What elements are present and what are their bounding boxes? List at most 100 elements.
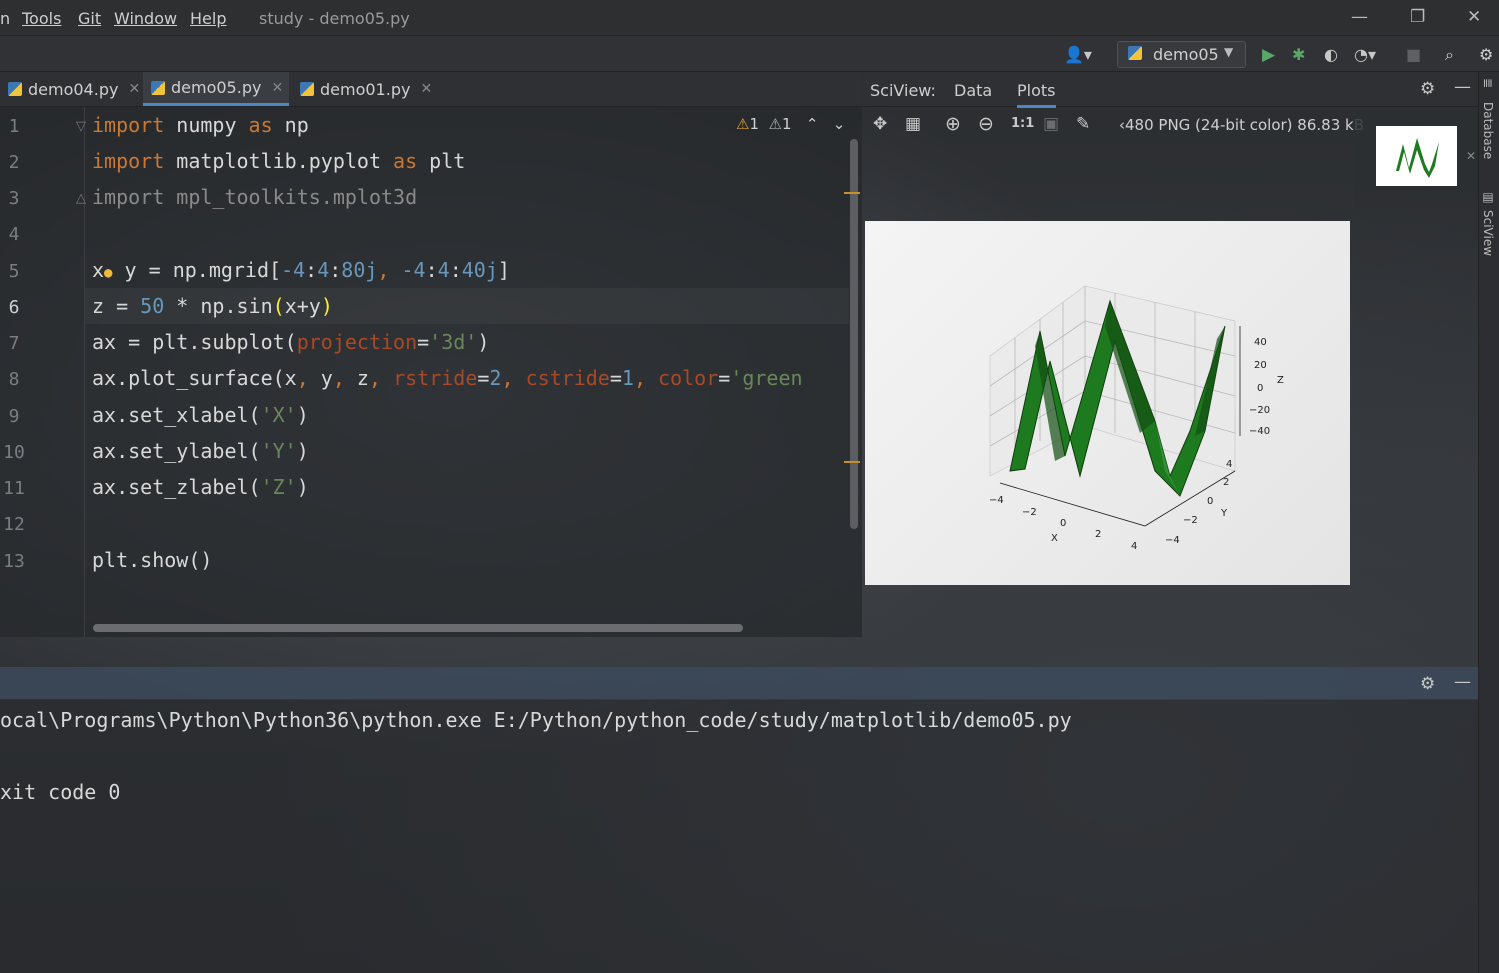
z-tick-label: 0 — [1257, 383, 1263, 394]
fold-icon[interactable]: △ — [76, 191, 86, 206]
run-icon[interactable]: ▶ — [1262, 45, 1275, 65]
code-line-8: ax.plot_surface(x, y, z, rstride=2, cstr… — [92, 366, 803, 390]
account-icon[interactable]: 👤▾ — [1064, 45, 1092, 64]
zoom-in-icon[interactable]: ⊕ — [945, 113, 961, 135]
restore-icon[interactable]: ❐ — [1410, 7, 1425, 27]
stop-icon: ■ — [1406, 45, 1422, 64]
line-number: 3 — [8, 188, 20, 209]
chevron-down-icon: ▼ — [1224, 45, 1234, 59]
z-tick-label: −20 — [1249, 405, 1270, 416]
line-number-gutter: 1 2 3 4 5 6 7 8 9 10 11 12 13 — [0, 107, 85, 637]
close-icon[interactable]: ✕ — [420, 81, 432, 97]
gear-icon[interactable]: ⚙ — [1420, 674, 1435, 694]
line-number: 10 — [3, 442, 25, 463]
profile-icon[interactable]: ◔▾ — [1354, 45, 1376, 64]
menu-tools[interactable]: Tools — [22, 9, 61, 28]
console-line: xit code 0 — [0, 780, 121, 804]
python-file-icon — [151, 80, 165, 95]
close-icon[interactable]: ✕ — [271, 80, 283, 96]
chevron-up-icon[interactable]: ⌃ — [806, 115, 819, 133]
close-window-icon[interactable]: ✕ — [1467, 7, 1481, 27]
plot-image: 40 20 0 −20 −40 Z −4 −2 0 2 4 X 4 2 0 −2… — [865, 221, 1350, 585]
code-line-11: ax.set_zlabel('Z') — [92, 475, 309, 499]
actual-size-button[interactable]: 1:1 — [1011, 116, 1034, 131]
run-console[interactable]: ocal\Programs\Python\Python36\python.exe… — [0, 700, 1478, 973]
tab-data[interactable]: Data — [954, 81, 992, 100]
debug-icon[interactable]: ✱ — [1292, 45, 1305, 64]
menu-view[interactable]: n — [0, 9, 10, 28]
line-number: 13 — [3, 551, 25, 572]
settings-icon[interactable]: ⚙ — [1479, 45, 1493, 64]
line-number: 11 — [3, 478, 25, 499]
background-icon[interactable]: ▣ — [1043, 114, 1059, 134]
editor-tab-bar: demo04.py ✕ demo05.py ✕ demo01.py ✕ — [0, 72, 862, 107]
tab-label: demo04.py — [28, 79, 119, 99]
x-tick-label: 4 — [1131, 541, 1137, 552]
gear-icon[interactable]: ⚙ — [1420, 79, 1435, 99]
warning-count: 1 — [749, 115, 759, 133]
weak-warning-count: 1 — [782, 115, 792, 133]
x-tick-label: 2 — [1095, 529, 1101, 540]
zoom-out-icon[interactable]: ⊖ — [978, 113, 994, 135]
window-title: study - demo05.py — [259, 9, 410, 28]
run-configuration-select[interactable]: demo05 ▼ — [1117, 41, 1246, 68]
main-toolbar: 👤▾ demo05 ▼ ▶ ✱ ◐ ◔▾ ■ ⌕ ⚙ — [0, 36, 1499, 72]
search-icon[interactable]: ⌕ — [1445, 45, 1454, 65]
database-tool-button[interactable]: Database — [1481, 102, 1495, 159]
y-tick-label: 2 — [1223, 477, 1229, 488]
minimize-icon[interactable]: — — [1351, 7, 1368, 27]
line-number: 2 — [8, 152, 20, 173]
z-tick-label: 40 — [1254, 337, 1267, 348]
code-editor[interactable]: 1 2 3 4 5 6 7 8 9 10 11 12 13 ▽ △ import… — [0, 107, 862, 637]
color-picker-icon[interactable]: ✎ — [1076, 114, 1090, 134]
line-number: 1 — [8, 116, 20, 137]
horizontal-scrollbar[interactable] — [93, 624, 743, 632]
grid-icon[interactable]: ▦ — [905, 114, 921, 134]
chevron-down-icon[interactable]: ⌄ — [833, 115, 846, 133]
line-number: 8 — [8, 369, 20, 390]
warning-marker[interactable] — [844, 192, 860, 194]
hide-panel-icon[interactable]: — — [1454, 77, 1471, 97]
weak-warning-icon: ⚠ — [768, 115, 782, 133]
python-icon — [1128, 46, 1142, 60]
code-line-13: plt.show() — [92, 548, 213, 572]
x-axis-label: X — [1051, 533, 1058, 544]
sciview-tool-button[interactable]: SciView — [1481, 210, 1495, 256]
tab-label: demo05.py — [171, 78, 262, 97]
coverage-icon[interactable]: ◐ — [1324, 45, 1338, 64]
z-tick-label: 20 — [1254, 360, 1267, 371]
close-icon[interactable]: ✕ — [1466, 149, 1476, 163]
code-line-2: import matplotlib.pyplot as plt — [92, 149, 466, 173]
menu-git[interactable]: Git — [78, 9, 101, 28]
vertical-scrollbar[interactable] — [850, 139, 858, 529]
y-tick-label: −2 — [1183, 515, 1198, 526]
code-line-1: import numpy as np — [92, 113, 309, 137]
fold-icon[interactable]: ▽ — [76, 119, 86, 134]
fit-to-window-icon[interactable]: ✥ — [873, 114, 887, 134]
warning-marker[interactable] — [844, 461, 860, 463]
plot-thumbnails: ✕ — [1354, 107, 1478, 207]
grid-icon[interactable]: ▤ — [1481, 190, 1495, 204]
code-line-3: import mpl_toolkits.mplot3d — [92, 185, 418, 209]
close-icon[interactable]: ✕ — [128, 81, 140, 97]
tab-demo05[interactable]: demo05.py ✕ — [143, 72, 289, 106]
tab-label: demo01.py — [320, 79, 411, 99]
inspection-widget[interactable]: ⚠1 ⚠1 ⌃ ⌄ — [736, 115, 845, 133]
menu-window[interactable]: Window — [114, 9, 177, 28]
code-line-9: ax.set_xlabel('X') — [92, 403, 309, 427]
run-panel-header — [0, 667, 1478, 699]
plot-thumbnail[interactable] — [1376, 126, 1457, 186]
code-line-7: ax = plt.subplot(projection='3d') — [92, 330, 490, 354]
image-info: ‹480 PNG (24-bit color) 86.83 kB — [1119, 116, 1364, 134]
sciview-toolbar: ✥ ▦ ⊕ ⊖ 1:1 ▣ ✎ ‹480 PNG (24-bit color) … — [863, 107, 1364, 141]
hide-panel-icon[interactable]: — — [1454, 672, 1471, 692]
right-tool-strip: ≣ Database ▤ SciView — [1478, 72, 1499, 973]
menu-help[interactable]: Help — [190, 9, 226, 28]
code-line-10: ax.set_ylabel('Y') — [92, 439, 309, 463]
z-axis-label: Z — [1277, 375, 1284, 386]
tab-demo04[interactable]: demo04.py ✕ — [0, 72, 146, 106]
database-icon[interactable]: ≣ — [1481, 78, 1495, 88]
tab-demo01[interactable]: demo01.py ✕ — [292, 72, 440, 106]
tab-plots[interactable]: Plots — [1017, 81, 1056, 108]
thumbnail-svg — [1396, 138, 1439, 178]
